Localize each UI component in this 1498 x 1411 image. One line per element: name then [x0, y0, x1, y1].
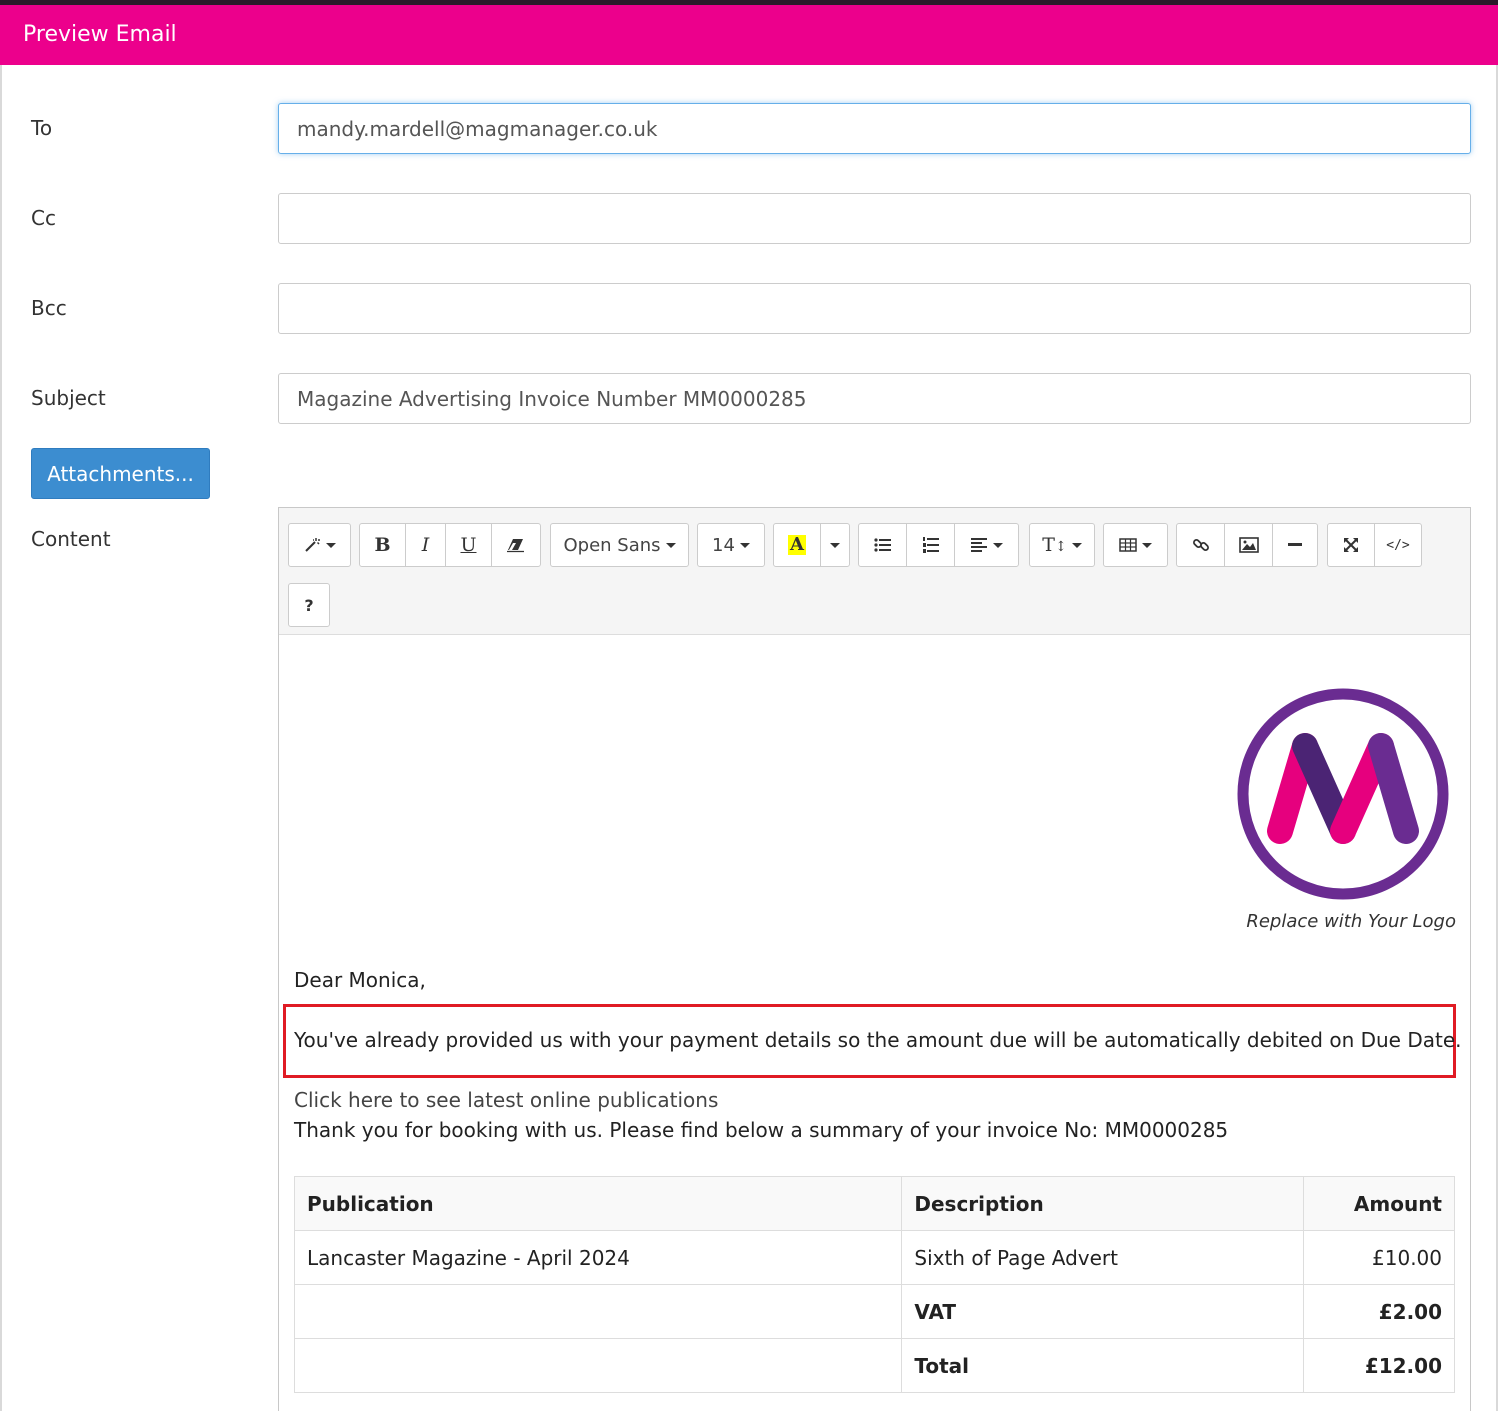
col-amount: Amount [1303, 1176, 1455, 1231]
invoice-summary-text: Thank you for booking with us. Please fi… [294, 1118, 1229, 1142]
chevron-down-icon [993, 542, 1003, 548]
font-size-value: 14 [712, 534, 735, 556]
view-group: </> [1327, 523, 1422, 567]
cell-publication [293, 1338, 903, 1393]
table-header-row: Publication Description Amount [293, 1176, 1455, 1231]
picture-button[interactable] [1224, 523, 1273, 567]
chevron-down-icon [665, 542, 676, 548]
font-style-group: B I U [359, 523, 541, 567]
magic-icon [305, 538, 320, 552]
company-logo [1237, 688, 1449, 900]
color-dropdown-button[interactable] [820, 523, 850, 567]
help-icon: ? [304, 595, 314, 615]
publications-link[interactable]: Click here to see latest online publicat… [294, 1088, 718, 1112]
help-group: ? [288, 583, 330, 627]
cell-vat-amount: £2.00 [1303, 1284, 1455, 1339]
horizontal-rule-button[interactable] [1272, 523, 1318, 567]
clear-format-button[interactable] [491, 523, 541, 567]
table-row: Total £12.00 [293, 1338, 1455, 1393]
cell-publication [293, 1284, 903, 1339]
payment-note: You've already provided us with your pay… [294, 1028, 1462, 1052]
color-group: A [773, 523, 850, 567]
table-icon [1119, 538, 1137, 552]
style-group [288, 523, 351, 567]
height-group: T↕ [1029, 523, 1095, 567]
to-label: To [31, 116, 53, 140]
dialog-left-edge [0, 65, 2, 1411]
chevron-down-icon [1071, 542, 1082, 548]
chevron-down-icon [830, 542, 840, 548]
fullscreen-button[interactable] [1327, 523, 1375, 567]
invoice-table: Publication Description Amount Lancaster… [293, 1176, 1455, 1393]
cell-amount: £10.00 [1303, 1230, 1455, 1285]
rich-text-editor: B I U Open Sans 14 A T↕ </> ? Replace wi… [278, 507, 1471, 1411]
chevron-down-icon [1142, 542, 1152, 548]
code-view-button[interactable]: </> [1374, 523, 1422, 567]
font-size-dropdown[interactable]: 14 [697, 523, 765, 567]
font-size-group: 14 [697, 523, 765, 567]
table-dropdown[interactable] [1103, 523, 1168, 567]
ordered-list-button[interactable] [906, 523, 955, 567]
underline-icon: U [460, 534, 477, 556]
fullscreen-icon [1344, 538, 1358, 552]
table-row: Lancaster Magazine - April 2024 Sixth of… [293, 1230, 1455, 1285]
editor-toolbar: B I U Open Sans 14 A T↕ </> ? [279, 508, 1470, 635]
cell-total-label: Total [901, 1338, 1305, 1393]
cell-description: Sixth of Page Advert [901, 1230, 1305, 1285]
line-height-dropdown[interactable]: T↕ [1029, 523, 1095, 567]
code-view-icon: </> [1386, 537, 1410, 553]
email-greeting: Dear Monica, [294, 968, 426, 992]
bold-icon: B [374, 534, 391, 556]
cc-label: Cc [31, 206, 56, 230]
bcc-label: Bcc [31, 296, 67, 320]
cell-publication: Lancaster Magazine - April 2024 [293, 1230, 903, 1285]
ordered-list-icon [922, 537, 939, 553]
picture-icon [1238, 537, 1259, 553]
font-name-value: Open Sans [563, 534, 661, 556]
link-icon [1192, 539, 1209, 551]
chevron-down-icon [326, 542, 336, 548]
italic-button[interactable]: I [405, 523, 446, 567]
italic-icon: I [421, 534, 430, 556]
col-description: Description [901, 1176, 1305, 1231]
table-row: VAT £2.00 [293, 1284, 1455, 1339]
unordered-list-icon [873, 538, 891, 552]
logo-caption: Replace with Your Logo [1246, 911, 1456, 932]
subject-input[interactable] [278, 373, 1471, 424]
table-group [1103, 523, 1168, 567]
cell-total-amount: £12.00 [1303, 1338, 1455, 1393]
cell-vat-label: VAT [901, 1284, 1305, 1339]
attachments-button[interactable]: Attachments... [31, 448, 210, 499]
insert-group [1176, 523, 1318, 567]
paragraph-group [858, 523, 1019, 567]
content-label: Content [31, 527, 111, 551]
dialog-header: Preview Email [0, 5, 1498, 65]
link-button[interactable] [1176, 523, 1225, 567]
bcc-input[interactable] [278, 283, 1471, 334]
font-color-button[interactable]: A [773, 523, 821, 567]
font-name-dropdown[interactable]: Open Sans [550, 523, 689, 567]
subject-label: Subject [31, 386, 106, 410]
unordered-list-button[interactable] [858, 523, 907, 567]
horizontal-rule-icon [1288, 543, 1302, 546]
eraser-icon [507, 539, 524, 553]
font-name-group: Open Sans [550, 523, 689, 567]
font-color-icon: A [788, 534, 806, 555]
align-dropdown[interactable] [954, 523, 1019, 567]
bold-button[interactable]: B [359, 523, 406, 567]
cc-input[interactable] [278, 193, 1471, 244]
line-height-glyph: T [1042, 534, 1055, 556]
help-button[interactable]: ? [288, 583, 330, 627]
col-publication: Publication [293, 1176, 903, 1231]
dialog-title: Preview Email [23, 22, 177, 47]
align-icon [971, 538, 987, 552]
chevron-down-icon [739, 542, 750, 548]
underline-button[interactable]: U [445, 523, 492, 567]
line-height-icon: T↕ [1042, 534, 1067, 556]
to-input[interactable] [278, 103, 1471, 154]
style-button[interactable] [288, 523, 351, 567]
